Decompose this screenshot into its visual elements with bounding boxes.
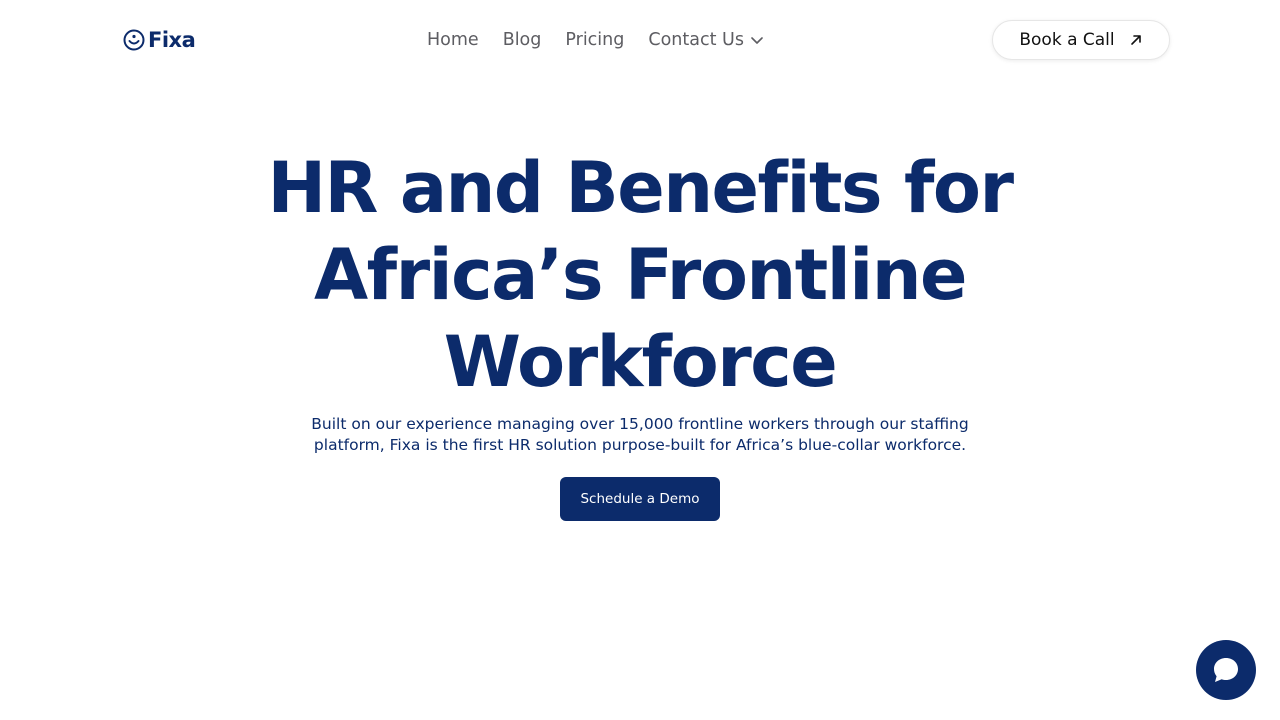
hero-title: HR and Benefits for Africa’s Frontline W… [267, 147, 1014, 403]
book-call-button[interactable]: Book a Call [992, 20, 1170, 60]
chat-bubble-icon [1214, 658, 1238, 682]
nav-pricing[interactable]: Pricing [565, 26, 624, 54]
chevron-down-icon [751, 37, 763, 44]
site-header: Fixa Home Blog Pricing Contact Us Book a… [0, 0, 1280, 80]
schedule-demo-label: Schedule a Demo [580, 491, 700, 507]
nav-blog[interactable]: Blog [503, 26, 542, 54]
logo-text: Fixa [148, 28, 196, 52]
main-nav: Home Blog Pricing Contact Us [427, 26, 764, 54]
smiley-face-icon [123, 29, 145, 51]
landing-page: Fixa Home Blog Pricing Contact Us Book a… [0, 0, 1280, 720]
hero-subtitle: Built on our experience managing over 15… [311, 415, 969, 454]
nav-contact-dropdown[interactable]: Contact Us [648, 26, 764, 54]
logo-link[interactable]: Fixa [123, 27, 196, 53]
schedule-demo-button[interactable]: Schedule a Demo [560, 477, 720, 521]
book-call-label: Book a Call [1019, 30, 1115, 50]
nav-contact-label: Contact Us [648, 30, 744, 50]
nav-home[interactable]: Home [427, 26, 479, 54]
chat-widget-button[interactable] [1196, 640, 1256, 700]
arrow-up-right-icon [1130, 35, 1141, 45]
